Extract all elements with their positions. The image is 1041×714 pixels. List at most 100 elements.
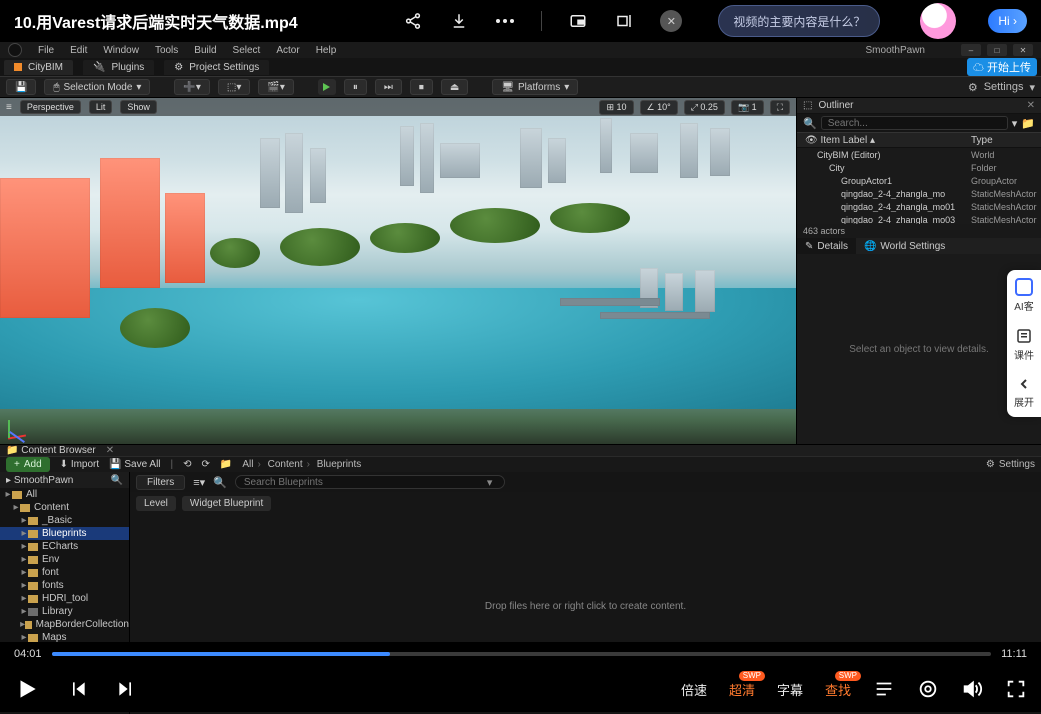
outliner-row[interactable]: GroupActor1GroupActor: [797, 174, 1041, 187]
ai-assist-button[interactable]: AI客: [1014, 278, 1033, 313]
content-tree-node[interactable]: ▸_Basic: [0, 514, 129, 527]
content-tree-node[interactable]: ▸ECharts: [0, 540, 129, 553]
nav-back-icon[interactable]: ⟲: [183, 459, 191, 470]
camera-speed-button[interactable]: 📷 1: [731, 100, 764, 115]
find-button[interactable]: 查找SWP: [825, 680, 851, 699]
new-folder-icon[interactable]: 📁: [1021, 117, 1035, 130]
volume-icon[interactable]: [961, 678, 983, 700]
menu-tools[interactable]: Tools: [155, 45, 178, 56]
step-button[interactable]: ⏭: [375, 79, 402, 95]
content-tree-node[interactable]: ▸Env: [0, 553, 129, 566]
tab-details[interactable]: ✎ Details: [797, 238, 856, 254]
outliner-tree[interactable]: CityBIM (Editor)WorldCityFolderGroupActo…: [797, 148, 1041, 224]
outliner-row[interactable]: CityBIM (Editor)World: [797, 148, 1041, 161]
search-close-button[interactable]: ✕: [660, 10, 682, 32]
content-tree-node[interactable]: ▸font: [0, 566, 129, 579]
blueprint-button[interactable]: ⬚▾: [218, 79, 250, 95]
prev-button[interactable]: [68, 679, 88, 699]
cloud-upload-button[interactable]: ☁ 开始上传: [967, 58, 1037, 76]
share-icon[interactable]: [403, 11, 423, 31]
expand-button[interactable]: 展开: [1014, 376, 1034, 409]
menu-select[interactable]: Select: [233, 45, 261, 56]
window-close-icon[interactable]: ✕: [1013, 44, 1033, 56]
filter-chip-level[interactable]: Level: [136, 496, 176, 511]
content-tree-node[interactable]: ▸HDRI_tool: [0, 592, 129, 605]
content-browser-tab[interactable]: 📁 Content Browser: [6, 445, 96, 456]
snap-angle-button[interactable]: ∠ 10°: [640, 100, 678, 115]
quality-button[interactable]: 超清SWP: [729, 680, 755, 699]
outliner-search-input[interactable]: [821, 116, 1008, 130]
menu-actor[interactable]: Actor: [276, 45, 299, 56]
outliner-row[interactable]: qingdao_2-4_zhangla_mo01StaticMeshActor: [797, 200, 1041, 213]
close-icon[interactable]: ✕: [106, 445, 114, 456]
speed-button[interactable]: 倍速: [681, 680, 707, 699]
play-button[interactable]: [318, 79, 336, 95]
loop-icon[interactable]: [917, 678, 939, 700]
playlist-icon[interactable]: [873, 678, 895, 700]
settings-button[interactable]: Settings: [984, 81, 1024, 93]
filter-settings-icon[interactable]: ▾: [1012, 117, 1018, 130]
filter-chip-widget-blueprint[interactable]: Widget Blueprint: [182, 496, 271, 511]
menu-build[interactable]: Build: [194, 45, 216, 56]
add-actor-button[interactable]: ➕▾: [174, 79, 209, 95]
viewport-menu-icon[interactable]: ≡: [6, 102, 12, 113]
tab-project-settings[interactable]: ⚙ Project Settings: [164, 60, 269, 75]
filters-button[interactable]: Filters: [136, 475, 185, 490]
show-button[interactable]: Show: [120, 100, 157, 114]
add-button[interactable]: + Add: [6, 457, 50, 472]
cb-settings-button[interactable]: Settings: [999, 459, 1035, 470]
viewport-3d[interactable]: [0, 98, 796, 444]
pause-button[interactable]: ⏸: [344, 79, 367, 95]
content-tree-node[interactable]: ▸fonts: [0, 579, 129, 592]
snap-scale-button[interactable]: ⤢ 0.25: [684, 100, 725, 115]
content-search-input[interactable]: [235, 475, 505, 489]
menu-window[interactable]: Window: [103, 45, 139, 56]
content-tree-node[interactable]: ▸Blueprints: [0, 527, 129, 540]
stop-button[interactable]: ⏹: [410, 79, 433, 95]
courseware-button[interactable]: 课件: [1014, 327, 1034, 362]
avatar[interactable]: [920, 3, 956, 39]
collapse-icon[interactable]: [614, 11, 634, 31]
menu-help[interactable]: Help: [316, 45, 337, 56]
platforms-button[interactable]: 🖥 Platforms ▾: [492, 79, 578, 95]
download-icon[interactable]: [449, 11, 469, 31]
selection-mode-button[interactable]: 🖱 Selection Mode ▾: [44, 79, 150, 95]
content-tree-node[interactable]: ▸MapBorderCollection: [0, 618, 129, 631]
snap-grid-button[interactable]: ⊞ 10: [599, 100, 633, 115]
save-button[interactable]: 💾: [6, 79, 36, 95]
folder-icon[interactable]: 📁: [220, 459, 232, 470]
save-all-button[interactable]: 💾 Save All: [109, 459, 160, 470]
eject-button[interactable]: ⏏: [441, 79, 468, 95]
sequence-button[interactable]: 🎬▾: [258, 79, 293, 95]
subtitle-button[interactable]: 字幕: [777, 680, 803, 699]
content-tree-node[interactable]: ▸Content: [0, 501, 129, 514]
lit-button[interactable]: Lit: [89, 100, 113, 114]
content-tree-node[interactable]: ▸Library: [0, 605, 129, 618]
perspective-button[interactable]: Perspective: [20, 100, 81, 114]
progress-track[interactable]: [52, 652, 992, 656]
fullscreen-icon[interactable]: [1005, 678, 1027, 700]
filter-toggle-icon[interactable]: ≡▾: [193, 476, 205, 489]
menu-file[interactable]: File: [38, 45, 54, 56]
tab-citybim[interactable]: CityBIM: [4, 60, 73, 75]
ai-search-pill[interactable]: 视频的主要内容是什么？: [718, 5, 880, 37]
breadcrumb[interactable]: All› Content› Blueprints: [242, 459, 361, 470]
play-button[interactable]: [14, 676, 40, 702]
outliner-tab[interactable]: ⬚ Outliner✕: [797, 98, 1041, 114]
search-icon[interactable]: 🔍: [111, 475, 123, 486]
viewport-max-icon[interactable]: ⛶: [770, 100, 790, 115]
next-button[interactable]: [116, 679, 136, 699]
outliner-row[interactable]: CityFolder: [797, 161, 1041, 174]
hi-button[interactable]: Hi ›: [988, 9, 1027, 33]
window-max-icon[interactable]: □: [987, 44, 1007, 56]
close-icon[interactable]: ✕: [1027, 100, 1035, 111]
pip-icon[interactable]: [568, 11, 588, 31]
more-icon[interactable]: [495, 11, 515, 31]
menu-edit[interactable]: Edit: [70, 45, 87, 56]
outliner-row[interactable]: qingdao_2-4_zhangla_moStaticMeshActor: [797, 187, 1041, 200]
content-tree-node[interactable]: ▸All: [0, 488, 129, 501]
import-button[interactable]: ⬇ Import: [60, 459, 100, 470]
tab-world-settings[interactable]: 🌐 World Settings: [856, 238, 953, 254]
nav-fwd-icon[interactable]: ⟳: [202, 459, 210, 470]
tab-plugins[interactable]: 🔌 Plugins: [83, 60, 154, 75]
